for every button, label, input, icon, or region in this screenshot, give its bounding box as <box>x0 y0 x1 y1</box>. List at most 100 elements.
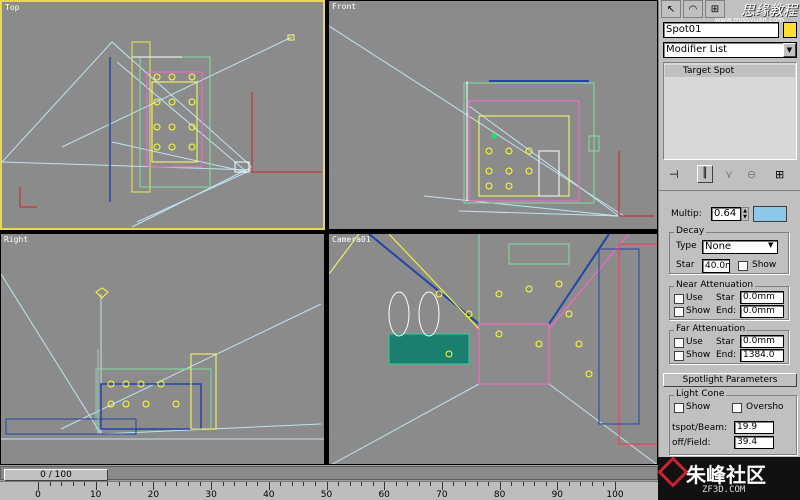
viewport-front[interactable]: Front <box>328 0 658 230</box>
time-slider[interactable]: 0 / 100 <box>4 469 108 481</box>
cone-show-label: Show <box>686 402 711 412</box>
far-attenuation-title: Far Attenuation <box>674 324 748 334</box>
ruler-minor-tick <box>591 482 593 486</box>
separator <box>659 190 800 191</box>
logo-text: 朱峰社区 <box>686 463 766 487</box>
modifier-stack: Target Spot <box>663 62 797 160</box>
ruler-minor-tick <box>291 482 293 486</box>
modifier-stack-item[interactable]: Target Spot <box>665 65 795 77</box>
cone-show-checkbox[interactable] <box>674 403 684 413</box>
near-use-label: Use <box>686 293 703 303</box>
near-attenuation-group: Near Attenuation Use Star 0.0mm Show End… <box>669 280 789 320</box>
create-tab-icon[interactable]: ↖ <box>661 0 681 18</box>
ruler-minor-tick <box>61 482 63 486</box>
near-start-label: Star <box>716 293 735 303</box>
decay-group: Decay Type None ▼ Star 40.0m Show <box>669 226 789 274</box>
time-slider-track[interactable]: 0 / 100 <box>0 466 658 481</box>
ruler-minor-tick <box>314 482 316 486</box>
site-logo: 朱峰社区 ZF3D.COM <box>657 456 800 500</box>
chevron-down-icon[interactable]: ▼ <box>768 241 773 249</box>
ruler-minor-tick <box>534 482 536 486</box>
ruler-tick-label: 100 <box>606 490 624 500</box>
ruler-minor-tick <box>107 482 109 486</box>
hotspot-label: tspot/Beam: <box>672 423 728 433</box>
decay-show-label: Show <box>752 260 777 270</box>
ruler-minor-tick <box>84 482 86 486</box>
ruler-minor-tick <box>338 482 340 486</box>
ruler-minor-tick <box>303 482 305 486</box>
spotlight-parameters-rollout[interactable]: Spotlight Parameters <box>663 373 797 387</box>
overshoot-checkbox[interactable] <box>732 403 742 413</box>
ruler-tick <box>38 482 39 490</box>
ruler-tick <box>384 482 386 490</box>
ruler-tick-label: 80 <box>493 490 506 500</box>
light-cone-title: Light Cone <box>674 389 727 399</box>
ruler-tick <box>95 482 97 490</box>
ruler-minor-tick <box>130 482 132 486</box>
ruler-minor-tick <box>522 482 524 486</box>
multiplier-field[interactable]: 0.64 <box>711 207 741 221</box>
ruler-minor-tick <box>72 482 74 486</box>
decay-type-label: Type <box>676 241 697 251</box>
ruler-minor-tick <box>141 482 143 486</box>
modify-tab-icon[interactable]: ◠ <box>683 0 703 18</box>
show-end-result-icon[interactable]: ║ <box>697 165 713 183</box>
logo-mark-icon <box>657 456 689 488</box>
ruler-tick-label: 40 <box>263 490 275 500</box>
ruler-tick <box>441 482 443 490</box>
ruler-minor-tick <box>430 482 432 486</box>
ruler-minor-tick <box>476 482 478 486</box>
viewport-top[interactable]: Top <box>0 0 325 230</box>
ruler-tick-label: 70 <box>436 490 448 500</box>
far-show-label: Show <box>686 350 711 360</box>
ruler-tick <box>326 482 328 490</box>
multiplier-spinner[interactable]: ▲ ▼ <box>741 207 749 221</box>
viewport-camera[interactable]: Camera01 <box>328 233 658 465</box>
pin-stack-icon[interactable]: ⊣ <box>669 168 679 181</box>
remove-modifier-icon[interactable]: ⊖ <box>747 168 756 181</box>
far-start-field[interactable]: 0.0mm <box>740 335 784 348</box>
viewport-right[interactable]: Right <box>0 233 325 465</box>
decay-type-dropdown[interactable]: None <box>702 240 778 254</box>
far-use-checkbox[interactable] <box>674 338 684 348</box>
far-end-field[interactable]: 1384.0 <box>740 349 784 362</box>
ruler-tick-label: 0 <box>35 490 41 500</box>
ruler-minor-tick <box>164 482 166 486</box>
ruler-minor-tick <box>49 482 51 486</box>
light-cone-group: Light Cone Show Oversho tspot/Beam: 19.9… <box>669 389 797 455</box>
ruler-minor-tick <box>545 482 547 486</box>
near-end-field[interactable]: 0.0mm <box>740 305 784 318</box>
ruler-minor-tick <box>118 482 120 486</box>
modifier-list-dropdown[interactable]: Modifier List <box>663 42 797 58</box>
command-panel: ↖ ◠ ⊞ 思缘教程 www.missyuan.com Spot01 Modif… <box>658 0 800 465</box>
ruler-minor-tick <box>176 482 178 486</box>
near-show-checkbox[interactable] <box>674 307 684 317</box>
decay-start-label: Star <box>676 260 695 270</box>
near-use-checkbox[interactable] <box>674 294 684 304</box>
ruler-minor-tick <box>222 482 224 486</box>
light-color-swatch[interactable] <box>753 206 787 222</box>
near-start-field[interactable]: 0.0mm <box>740 291 784 304</box>
logo-sub: ZF3D.COM <box>702 485 746 495</box>
decay-show-checkbox[interactable] <box>738 261 748 271</box>
ruler-minor-tick <box>245 482 247 486</box>
make-unique-icon[interactable]: ⋎ <box>725 168 733 181</box>
falloff-field[interactable]: 39.4 <box>734 436 774 449</box>
object-name-field[interactable]: Spot01 <box>663 22 779 38</box>
ruler-minor-tick <box>511 482 513 486</box>
ruler-tick <box>268 482 270 490</box>
ruler-tick-label: 50 <box>320 490 333 500</box>
configure-sets-icon[interactable]: ⊞ <box>775 168 784 181</box>
hotspot-field[interactable]: 19.9 <box>734 421 774 434</box>
object-color-swatch[interactable] <box>783 22 797 38</box>
far-start-label: Star <box>716 337 735 347</box>
modifier-list-label: Modifier List <box>666 44 728 55</box>
chevron-down-icon[interactable]: ▼ <box>783 43 796 57</box>
far-attenuation-group: Far Attenuation Use Star 0.0mm Show End:… <box>669 324 789 364</box>
decay-type-value: None <box>705 241 732 252</box>
far-show-checkbox[interactable] <box>674 351 684 361</box>
near-attenuation-title: Near Attenuation <box>674 280 756 290</box>
ruler-minor-tick <box>234 482 236 486</box>
decay-start-field[interactable]: 40.0m <box>702 259 730 273</box>
decay-title: Decay <box>674 226 707 236</box>
